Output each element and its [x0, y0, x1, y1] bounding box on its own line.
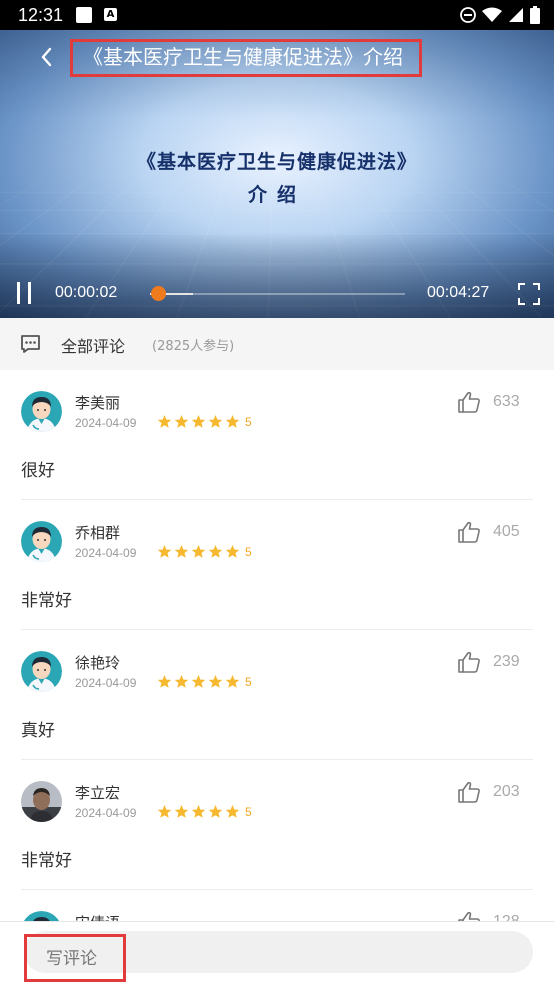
like-button[interactable]	[457, 390, 481, 414]
rating-score: 5	[245, 674, 252, 689]
comment-item: 李美丽 2024-04-09 5 633 很好	[0, 370, 554, 500]
participant-count: (2825人参与)	[152, 339, 235, 354]
comment-text: 非常好	[21, 591, 72, 611]
back-button[interactable]	[34, 42, 58, 72]
comment-text: 很好	[21, 461, 55, 481]
like-button[interactable]	[457, 910, 481, 922]
star-icon	[208, 545, 223, 558]
status-time: 12:31	[18, 5, 64, 25]
star-icon	[157, 415, 172, 428]
star-icon	[157, 675, 172, 688]
thumbs-up-icon	[457, 781, 481, 808]
rating-stars: 5	[157, 544, 252, 559]
comments-header: 全部评论 (2825人参与)	[0, 318, 554, 370]
chevron-left-icon	[41, 47, 52, 67]
progress-track[interactable]	[150, 293, 405, 295]
video-title: 《基本医疗卫生与健康促进法》介绍	[70, 39, 422, 77]
star-icon	[225, 675, 240, 688]
avatar[interactable]	[21, 911, 62, 922]
rating-stars: 5	[157, 414, 252, 429]
star-icon	[174, 415, 189, 428]
like-button[interactable]	[457, 520, 481, 544]
video-player[interactable]: 《基本医疗卫生与健康促进法》介绍 《基本医疗卫生与健康促进法》 介绍 00:00…	[0, 30, 554, 318]
write-comment-label: 写评论	[46, 949, 97, 969]
star-icon	[157, 805, 172, 818]
comment-item: 宋倩语2024-04-095128	[0, 890, 554, 922]
progress-thumb[interactable]	[151, 286, 167, 301]
rating-score: 5	[245, 544, 252, 559]
comment-date: 2024-04-09	[75, 676, 137, 690]
comment-item: 徐艳玲 2024-04-09 5 239 真好	[0, 630, 554, 760]
like-count: 633	[493, 393, 520, 410]
star-icon	[225, 805, 240, 818]
like-count: 239	[493, 653, 520, 670]
avatar[interactable]	[21, 521, 62, 562]
commenter-name: 乔相群	[75, 524, 121, 542]
bottom-bar: 写评论	[0, 922, 554, 984]
commenter-name: 李美丽	[75, 394, 121, 412]
current-time: 00:00:02	[55, 284, 118, 301]
poster-title-line1: 《基本医疗卫生与健康促进法》	[136, 151, 417, 173]
avatar[interactable]	[21, 781, 62, 822]
fullscreen-icon	[518, 283, 540, 305]
poster-title-line2: 介绍	[247, 184, 306, 206]
like-count: 405	[493, 523, 520, 540]
star-icon	[174, 805, 189, 818]
like-count: 203	[493, 783, 520, 800]
fullscreen-button[interactable]	[517, 282, 541, 306]
star-icon	[191, 675, 206, 688]
comment-date: 2024-04-09	[75, 416, 137, 430]
thumbs-up-icon	[457, 521, 481, 548]
status-bar: 12:31 A	[0, 0, 554, 30]
star-icon	[208, 675, 223, 688]
video-controls: 00:00:02 00:04:27	[0, 278, 554, 318]
signal-icon	[509, 8, 523, 22]
comment-text: 非常好	[21, 851, 72, 871]
star-icon	[174, 545, 189, 558]
comment-date: 2024-04-09	[75, 546, 137, 560]
commenter-name: 宋倩语	[75, 912, 120, 922]
star-icon	[225, 415, 240, 428]
star-icon	[191, 545, 206, 558]
rating-stars: 5	[157, 804, 252, 819]
commenter-name: 李立宏	[75, 784, 121, 802]
star-icon	[191, 415, 206, 428]
notification-icon	[76, 7, 92, 23]
like-count: 128	[493, 913, 520, 922]
like-button[interactable]	[457, 780, 481, 804]
star-icon	[174, 675, 189, 688]
duration: 00:04:27	[427, 284, 490, 301]
avatar[interactable]	[21, 391, 62, 432]
comment-list[interactable]: 李美丽 2024-04-09 5 633 很好 乔相群 2024-04-09 5 405 非常好徐…	[0, 370, 554, 922]
comment-text: 真好	[21, 721, 55, 741]
battery-icon	[530, 6, 540, 24]
wifi-icon	[482, 7, 502, 22]
write-comment-button[interactable]: 写评论	[24, 934, 126, 982]
star-icon	[208, 415, 223, 428]
notification-a-icon: A	[104, 8, 117, 21]
like-button[interactable]	[457, 650, 481, 674]
avatar[interactable]	[21, 651, 62, 692]
rating-stars: 5	[157, 674, 252, 689]
comment-date: 2024-04-09	[75, 806, 137, 820]
do-not-disturb-icon	[460, 7, 476, 23]
comment-icon	[21, 335, 40, 353]
comment-item: 李立宏 2024-04-09 5 203 非常好	[0, 760, 554, 890]
star-icon	[191, 805, 206, 818]
star-icon	[225, 545, 240, 558]
thumbs-up-icon	[457, 651, 481, 678]
star-icon	[157, 545, 172, 558]
comments-title: 全部评论	[61, 337, 126, 356]
thumbs-up-icon	[457, 391, 481, 418]
rating-score: 5	[245, 414, 252, 429]
pause-button[interactable]	[14, 282, 36, 306]
comment-item: 乔相群 2024-04-09 5 405 非常好	[0, 500, 554, 630]
rating-score: 5	[245, 804, 252, 819]
star-icon	[208, 805, 223, 818]
commenter-name: 徐艳玲	[75, 654, 121, 672]
